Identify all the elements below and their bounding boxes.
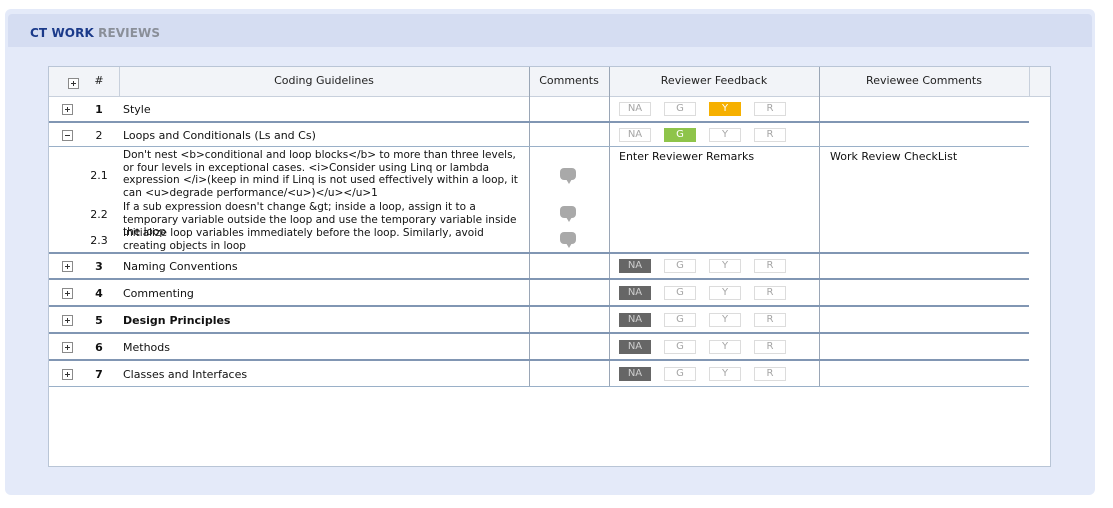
row-title: Style xyxy=(123,103,151,116)
feedback-group: NA G Y R xyxy=(619,102,799,116)
subitems-block: Don't nest <b>conditional and loop block… xyxy=(49,148,1029,254)
subitem-text: Initialize loop variables immediately be… xyxy=(123,227,484,252)
collapse-icon[interactable] xyxy=(62,130,73,141)
feedback-r-button[interactable]: R xyxy=(754,128,786,142)
guideline-row-1[interactable]: 1 Style NA G Y R xyxy=(49,97,1029,123)
row-title: Loops and Conditionals (Ls and Cs) xyxy=(123,129,316,142)
expand-icon[interactable] xyxy=(62,261,73,272)
guideline-row-4[interactable]: 4 Commenting NA G Y R xyxy=(49,281,1029,307)
row-title: Methods xyxy=(123,341,170,354)
feedback-y-button[interactable]: Y xyxy=(709,367,741,381)
col-header-comments[interactable]: Comments xyxy=(529,67,609,96)
guideline-row-3[interactable]: 3 Naming Conventions NA G Y R xyxy=(49,254,1029,280)
feedback-r-button[interactable]: R xyxy=(754,367,786,381)
feedback-r-button[interactable]: R xyxy=(754,259,786,273)
feedback-group: NA G Y R xyxy=(619,313,799,327)
row-number: 1 xyxy=(95,103,103,116)
panel-title-primary: CT WORK xyxy=(30,26,94,40)
expand-all-icon[interactable] xyxy=(68,78,79,89)
col-header-guidelines[interactable]: Coding Guidelines xyxy=(119,67,529,96)
feedback-group: NA G Y R xyxy=(619,286,799,300)
row-number: 6 xyxy=(95,341,103,354)
feedback-y-button[interactable]: Y xyxy=(709,128,741,142)
subitem-number: 2.3 xyxy=(90,234,108,247)
feedback-g-button[interactable]: G xyxy=(664,286,696,300)
expand-icon[interactable] xyxy=(62,342,73,353)
subitem-number: 2.2 xyxy=(90,208,108,221)
col-separator xyxy=(119,67,120,96)
comment-bubble-icon[interactable] xyxy=(560,232,576,248)
guidelines-grid: # Coding Guidelines Comments Reviewer Fe… xyxy=(48,66,1051,467)
subitem-number: 2.1 xyxy=(90,169,108,182)
grid-header: # Coding Guidelines Comments Reviewer Fe… xyxy=(49,67,1050,97)
row-title: Commenting xyxy=(123,287,194,300)
panel-title: CT WORK REVIEWS xyxy=(30,26,160,40)
expand-icon[interactable] xyxy=(62,104,73,115)
expand-icon[interactable] xyxy=(62,369,73,380)
feedback-na-button[interactable]: NA xyxy=(619,286,651,300)
col-header-reviewee-comments[interactable]: Reviewee Comments xyxy=(819,67,1029,96)
feedback-na-button[interactable]: NA xyxy=(619,259,651,273)
guideline-row-6[interactable]: 6 Methods NA G Y R xyxy=(49,335,1029,361)
feedback-g-button[interactable]: G xyxy=(664,102,696,116)
feedback-na-button[interactable]: NA xyxy=(619,340,651,354)
feedback-na-button[interactable]: NA xyxy=(619,102,651,116)
feedback-g-button[interactable]: G xyxy=(664,367,696,381)
feedback-na-button[interactable]: NA xyxy=(619,313,651,327)
feedback-g-button[interactable]: G xyxy=(664,313,696,327)
feedback-g-button[interactable]: G xyxy=(664,340,696,354)
row-title: Classes and Interfaces xyxy=(123,368,248,381)
feedback-y-button[interactable]: Y xyxy=(709,313,741,327)
feedback-na-button[interactable]: NA xyxy=(619,367,651,381)
row-number: 7 xyxy=(95,368,103,381)
panel-header: CT WORK REVIEWS xyxy=(8,14,1092,47)
feedback-y-button[interactable]: Y xyxy=(709,286,741,300)
panel-title-secondary: REVIEWS xyxy=(98,26,161,40)
row-number: 2 xyxy=(95,129,103,142)
feedback-group: NA G Y R xyxy=(619,128,799,142)
comment-bubble-icon[interactable] xyxy=(560,206,576,222)
feedback-r-button[interactable]: R xyxy=(754,102,786,116)
col-header-reviewer-feedback[interactable]: Reviewer Feedback xyxy=(609,67,819,96)
guideline-row-7[interactable]: 7 Classes and Interfaces NA G Y R xyxy=(49,362,1029,387)
feedback-y-button[interactable]: Y xyxy=(709,340,741,354)
comment-bubble-icon[interactable] xyxy=(560,168,576,184)
reviewer-remarks[interactable]: Enter Reviewer Remarks xyxy=(619,150,754,163)
reviewee-remarks[interactable]: Work Review CheckList xyxy=(830,150,957,163)
feedback-group: NA G Y R xyxy=(619,259,799,273)
col-separator xyxy=(1029,67,1030,96)
feedback-r-button[interactable]: R xyxy=(754,286,786,300)
row-number: 3 xyxy=(95,260,103,273)
subitem-text: Don't nest <b>conditional and loop block… xyxy=(123,149,518,199)
row-number: 4 xyxy=(95,287,103,300)
expand-icon[interactable] xyxy=(62,315,73,326)
expand-icon[interactable] xyxy=(62,288,73,299)
row-title: Design Principles xyxy=(123,314,231,327)
feedback-r-button[interactable]: R xyxy=(754,313,786,327)
feedback-group: NA G Y R xyxy=(619,340,799,354)
feedback-g-button[interactable]: G xyxy=(664,128,696,142)
row-number: 5 xyxy=(95,314,103,327)
col-header-number: # xyxy=(94,74,104,87)
feedback-group: NA G Y R xyxy=(619,367,799,381)
feedback-r-button[interactable]: R xyxy=(754,340,786,354)
row-title: Naming Conventions xyxy=(123,260,238,273)
guideline-row-5[interactable]: 5 Design Principles NA G Y R xyxy=(49,308,1029,334)
feedback-na-button[interactable]: NA xyxy=(619,128,651,142)
guideline-row-2[interactable]: 2 Loops and Conditionals (Ls and Cs) NA … xyxy=(49,123,1029,147)
feedback-y-button[interactable]: Y xyxy=(709,259,741,273)
feedback-g-button[interactable]: G xyxy=(664,259,696,273)
feedback-y-button[interactable]: Y xyxy=(709,102,741,116)
